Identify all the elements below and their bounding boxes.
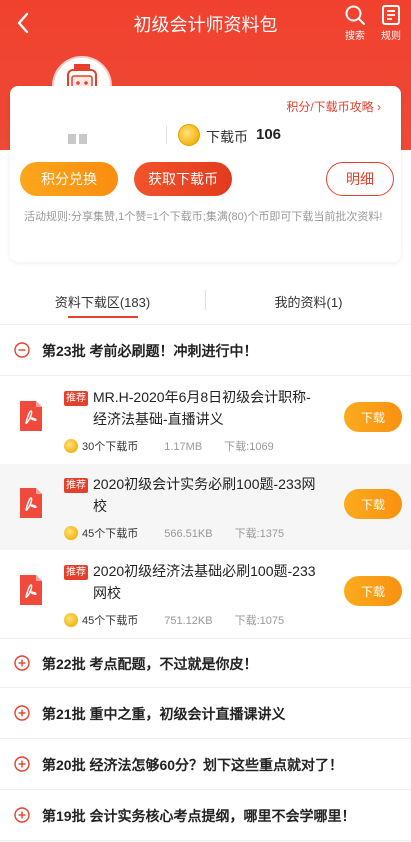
batch-header-20[interactable]: 第20批 经济法怎够60分？划下这些重点就对了！: [0, 740, 411, 790]
rules-button[interactable]: 规则: [376, 4, 406, 42]
expand-plus-icon: [14, 756, 30, 772]
batch-title: 第23批 考前必刷题！冲刺进行中！: [42, 343, 258, 359]
file-meta: 45个下载币 566.51KB 下载:1375: [64, 525, 284, 541]
file-download-count: 下载:1375: [234, 528, 285, 540]
strategy-link-label: 积分/下载币攻略: [286, 100, 374, 114]
batch-header-21[interactable]: 第21批 重中之重，初级会计直播课讲义: [0, 689, 411, 739]
file-name: 2020初级经济法基础必刷100题-233网校: [93, 563, 316, 601]
divider: [0, 324, 411, 325]
batch-title: 第20批 经济法怎够60分？划下这些重点就对了！: [42, 757, 344, 773]
file-item[interactable]: 推荐 MR.H-2020年6月8日初级会计职称-经济法基础-直播讲义 30个下载…: [0, 377, 411, 463]
batch-header-23[interactable]: 第23批 考前必刷题！冲刺进行中！: [0, 326, 411, 376]
download-coin-label: 下载币: [206, 129, 248, 145]
file-meta: 45个下载币 751.12KB 下载:1075: [64, 612, 284, 628]
batch-title: 第19批 会计实务核心考点提纲，哪里不会学哪里！: [42, 808, 356, 824]
chevron-right-icon: ›: [377, 100, 381, 114]
account-card: 积分/下载币攻略 › 下载币 106 积分兑换 获取下载币 明细 活动规则:分享…: [10, 86, 401, 262]
file-cost: 30个下载币: [82, 441, 139, 453]
file-size: 566.51KB: [164, 528, 213, 540]
pdf-file-icon: [20, 488, 42, 518]
search-label: 搜索: [345, 31, 365, 42]
file-cost: 45个下载币: [82, 528, 139, 540]
file-download-count: 下载:1069: [224, 441, 274, 453]
get-coins-button[interactable]: 获取下载币: [134, 162, 232, 196]
coin-icon: [64, 613, 78, 627]
expand-plus-icon: [14, 655, 30, 671]
divider: [166, 126, 167, 144]
file-cost: 45个下载币: [82, 615, 139, 627]
file-size: 1.17MB: [164, 441, 203, 453]
download-button[interactable]: 下载: [344, 489, 402, 519]
collapse-minus-icon: [14, 342, 30, 358]
username-blurred: [68, 130, 108, 144]
tab-bar: 资料下载区(183) 我的资料(1): [0, 288, 411, 318]
file-item[interactable]: 推荐 2020初级经济法基础必刷100题-233网校 45个下载币 751.12K…: [0, 551, 411, 637]
file-meta: 30个下载币 1.17MB 下载:1069: [64, 438, 274, 454]
strategy-link[interactable]: 积分/下载币攻略 ›: [286, 98, 381, 115]
batch-header-22[interactable]: 第22批 考点配题，不过就是你皮！: [0, 638, 411, 688]
search-button[interactable]: 搜索: [340, 4, 370, 42]
expand-plus-icon: [14, 705, 30, 721]
recommend-badge: 推荐: [64, 478, 88, 493]
download-coin-count: 106: [256, 126, 282, 143]
batch-header-19[interactable]: 第19批 会计实务核心考点提纲，哪里不会学哪里！: [0, 791, 411, 841]
rules-icon: [382, 5, 400, 25]
file-item[interactable]: 推荐 2020初级会计实务必刷100题-233网校 45个下载币 566.51KB…: [0, 464, 411, 550]
tab-download-zone[interactable]: 资料下载区(183): [0, 292, 205, 311]
batch-title: 第22批 考点配题，不过就是你皮！: [42, 656, 258, 672]
pdf-file-icon: [20, 401, 42, 431]
coin-icon: [64, 526, 78, 540]
file-size: 751.12KB: [164, 615, 213, 627]
tab-active-indicator: [68, 316, 138, 318]
details-button[interactable]: 明细: [326, 162, 394, 196]
points-exchange-button[interactable]: 积分兑换: [20, 162, 118, 196]
download-button[interactable]: 下载: [344, 576, 402, 606]
tab-my-materials[interactable]: 我的资料(1): [206, 292, 411, 311]
file-name: MR.H-2020年6月8日初级会计职称-经济法基础-直播讲义: [93, 389, 311, 427]
search-icon: [345, 5, 365, 25]
batch-title: 第21批 重中之重，初级会计直播课讲义: [42, 706, 286, 722]
rules-label: 规则: [381, 31, 401, 42]
coin-icon: [64, 439, 78, 453]
expand-plus-icon: [14, 807, 30, 823]
file-name: 2020初级会计实务必刷100题-233网校: [93, 476, 316, 514]
top-bar: 初级会计师资料包 搜索 规则: [0, 0, 411, 48]
recommend-badge: 推荐: [64, 391, 88, 406]
file-download-count: 下载:1075: [234, 615, 285, 627]
recommend-badge: 推荐: [64, 565, 88, 580]
download-button[interactable]: 下载: [344, 402, 402, 432]
coin-icon: [178, 124, 200, 146]
activity-rules-text: 活动规则:分享集赞,1个赞=1个下载币;集满(80)个币即可下载当前批次资料!: [24, 211, 383, 223]
pdf-file-icon: [20, 575, 42, 605]
